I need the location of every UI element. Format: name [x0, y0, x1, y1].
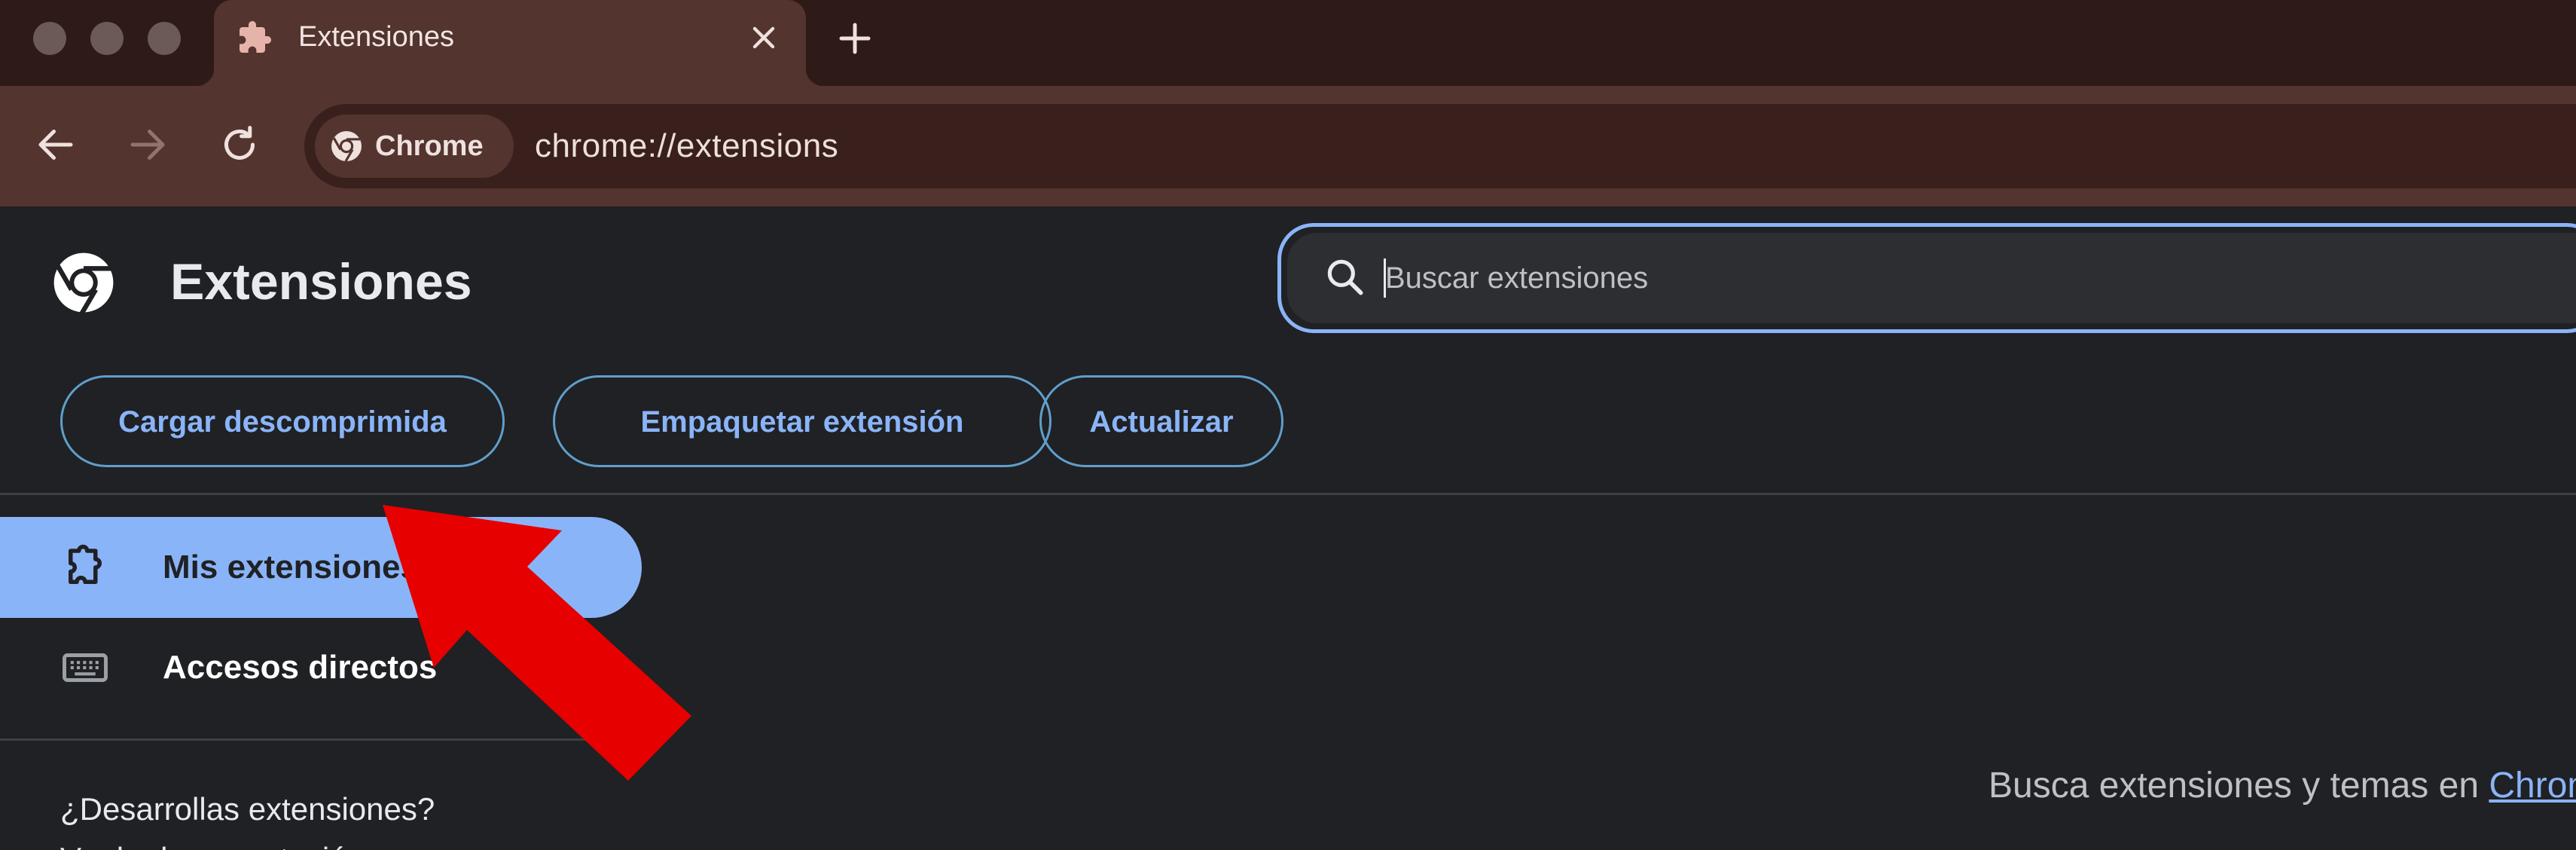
keyboard-icon: [63, 653, 108, 682]
address-bar[interactable]: Chrome chrome://extensions: [304, 104, 2576, 188]
tab-extensions[interactable]: Extensiones: [196, 0, 824, 86]
minimize-window-button[interactable]: [90, 22, 124, 55]
web-store-prompt: Busca extensiones y temas en Chrome Web …: [1988, 760, 2576, 812]
sidebar-item-label: Accesos directos: [163, 649, 438, 686]
forward-arrow-icon[interactable]: [125, 122, 170, 167]
web-store-prompt-text: Busca extensiones y temas en: [1988, 766, 2489, 806]
maximize-window-button[interactable]: [148, 22, 181, 55]
reload-icon[interactable]: [217, 122, 262, 167]
sidebar-divider: [0, 738, 603, 741]
tab-title: Extensiones: [298, 21, 455, 53]
chip-label: Chrome: [375, 130, 484, 162]
tab-strip: Extensiones: [0, 0, 2576, 86]
update-button[interactable]: Actualizar: [1039, 375, 1283, 467]
developer-docs-link[interactable]: Ver la documentación: [60, 836, 365, 850]
browser-window: Extensiones Chrome chrome://extensions E…: [0, 0, 2576, 850]
puzzle-icon: [240, 21, 271, 53]
extensions-page: Extensiones Cargar descomprimida Empaque…: [0, 206, 2576, 850]
search-icon: [1327, 259, 1363, 295]
plus-icon[interactable]: [835, 18, 875, 59]
search-box[interactable]: [1277, 223, 2576, 333]
close-icon[interactable]: [746, 20, 782, 56]
chrome-logo-icon: [53, 252, 114, 315]
site-info-chip[interactable]: Chrome: [315, 115, 514, 178]
load-unpacked-button[interactable]: Cargar descomprimida: [60, 375, 505, 467]
back-arrow-icon[interactable]: [33, 122, 78, 167]
search-input[interactable]: [1385, 233, 2289, 323]
toolbar: Chrome chrome://extensions: [0, 86, 2576, 206]
web-store-link[interactable]: Chrome Web Store: [2489, 766, 2576, 806]
developer-prompt: ¿Desarrollas extensiones?: [60, 791, 435, 827]
sidebar-item-shortcuts[interactable]: Accesos directos: [0, 621, 642, 714]
page-title: Extensiones: [170, 253, 472, 310]
extension-icon: [69, 544, 102, 584]
chrome-logo-icon: [331, 131, 362, 162]
toolbar-divider: [0, 493, 2576, 495]
search-field-background: [1287, 233, 2576, 323]
close-window-button[interactable]: [33, 22, 66, 55]
sidebar-item-label: Mis extensiones: [163, 549, 419, 586]
url-text[interactable]: chrome://extensions: [535, 104, 838, 188]
sidebar-item-my-extensions[interactable]: Mis extensiones: [0, 517, 642, 618]
pack-extension-button[interactable]: Empaquetar extensión: [553, 375, 1051, 467]
